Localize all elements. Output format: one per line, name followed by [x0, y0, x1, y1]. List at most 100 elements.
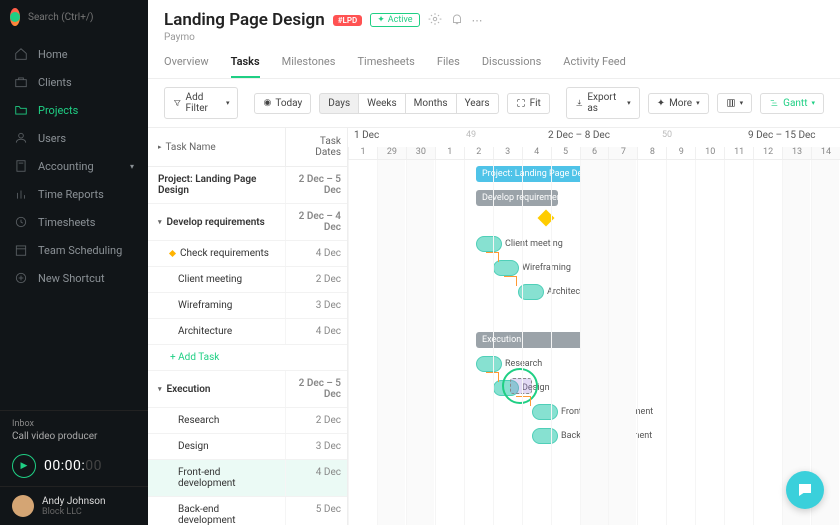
- gantt-bar-task[interactable]: Back-end development: [532, 428, 558, 444]
- add-filter-button[interactable]: Add Filter▾: [164, 87, 238, 119]
- main-content: Landing Page Design #LPD ✦Active ⋯ Paymo…: [148, 0, 840, 525]
- gantt-bar-task[interactable]: Research: [476, 356, 502, 372]
- clock-icon: [14, 215, 28, 229]
- week-number: 50: [662, 130, 672, 140]
- bell-icon[interactable]: [450, 12, 464, 29]
- gear-icon[interactable]: [428, 12, 442, 29]
- zoom-weeks-button[interactable]: Weeks: [358, 93, 405, 114]
- chat-fab[interactable]: [786, 471, 824, 509]
- export-button[interactable]: Export as▾: [566, 87, 640, 119]
- calculator-icon: [14, 159, 28, 173]
- task-row[interactable]: Check requirements4 Dec: [148, 241, 347, 267]
- day-cell: 3: [493, 147, 522, 159]
- task-row[interactable]: Design3 Dec: [148, 434, 347, 460]
- day-cell: 10: [695, 147, 724, 159]
- task-row[interactable]: Client meeting2 Dec: [148, 267, 347, 293]
- tab-activity[interactable]: Activity Feed: [563, 55, 626, 78]
- nav-team-scheduling[interactable]: Team Scheduling: [0, 236, 148, 264]
- week-label: 2 Dec – 8 Dec: [548, 130, 610, 141]
- gantt-milestone[interactable]: [538, 210, 555, 227]
- tabs: Overview Tasks Milestones Timesheets Fil…: [148, 55, 840, 79]
- nav-time-reports[interactable]: Time Reports: [0, 180, 148, 208]
- day-cell: 7: [608, 147, 637, 159]
- task-row[interactable]: Wireframing3 Dec: [148, 293, 347, 319]
- highlight-circle: [502, 368, 538, 404]
- logo: [10, 8, 20, 26]
- nav-timesheets[interactable]: Timesheets: [0, 208, 148, 236]
- timer: ▶ 00:00:00: [0, 450, 148, 486]
- user-profile[interactable]: Andy Johnson Block LLC: [0, 486, 148, 525]
- gantt-bar-task[interactable]: Front-end development: [532, 404, 558, 420]
- nav-new-shortcut[interactable]: New Shortcut: [0, 264, 148, 292]
- inbox-section[interactable]: Inbox Call video producer: [0, 410, 148, 450]
- col-task-dates[interactable]: Task Dates: [285, 128, 347, 166]
- gantt-bar-task[interactable]: Client meeting: [476, 236, 502, 252]
- nav-users[interactable]: Users: [0, 124, 148, 152]
- zoom-years-button[interactable]: Years: [456, 93, 499, 114]
- today-button[interactable]: ◉Today: [254, 93, 311, 114]
- day-cell: 6: [580, 147, 609, 159]
- view-gantt-button[interactable]: Gantt▾: [760, 93, 824, 114]
- calendar-icon: [14, 243, 28, 257]
- day-cell: 14: [811, 147, 840, 159]
- columns-button[interactable]: ▾: [717, 93, 753, 113]
- zoom-months-button[interactable]: Months: [405, 93, 456, 114]
- gantt-bar-group[interactable]: Develop requirements: [476, 190, 558, 206]
- col-task-name[interactable]: ▸Task Name: [148, 128, 285, 166]
- page-header: Landing Page Design #LPD ✦Active ⋯ Paymo: [148, 0, 840, 43]
- folder-icon: [14, 103, 28, 117]
- week-label: 1 Dec: [354, 130, 379, 141]
- briefcase-icon: [14, 75, 28, 89]
- nav-accounting[interactable]: Accounting▾: [0, 152, 148, 180]
- day-cell: 2: [464, 147, 493, 159]
- user-icon: [14, 131, 28, 145]
- task-row[interactable]: Back-end development5 Dec: [148, 497, 347, 525]
- search-input[interactable]: [28, 12, 161, 23]
- task-panel: ▸Task Name Task Dates Project: Landing P…: [148, 128, 348, 525]
- chart-icon: [14, 187, 28, 201]
- plus-circle-icon: [14, 271, 28, 285]
- tab-overview[interactable]: Overview: [164, 55, 209, 78]
- tab-discussions[interactable]: Discussions: [482, 55, 541, 78]
- status-active-badge[interactable]: ✦Active: [370, 13, 419, 27]
- sidebar: Home Clients Projects Users Accounting▾ …: [0, 0, 148, 525]
- day-cell: 4: [522, 147, 551, 159]
- day-cell: 12: [753, 147, 782, 159]
- gantt-chart[interactable]: 1 Dec 49 2 Dec – 8 Dec 50 9 Dec – 15 Dec…: [348, 128, 840, 525]
- add-task-button[interactable]: + Add Task: [148, 345, 347, 371]
- day-cell: 11: [724, 147, 753, 159]
- gantt-bar-task[interactable]: Wireframing: [493, 260, 519, 276]
- tab-tasks[interactable]: Tasks: [231, 55, 260, 78]
- tab-timesheets[interactable]: Timesheets: [357, 55, 414, 78]
- group-row[interactable]: ▾Execution2 Dec – 5 Dec: [148, 371, 347, 408]
- task-row[interactable]: Research2 Dec: [148, 408, 347, 434]
- group-row[interactable]: ▾Develop requirements2 Dec – 4 Dec: [148, 204, 347, 241]
- day-cell: 1: [348, 147, 377, 159]
- nav-clients[interactable]: Clients: [0, 68, 148, 96]
- zoom-group: Days Weeks Months Years: [319, 93, 498, 114]
- more-button[interactable]: ✦More▾: [648, 93, 709, 114]
- zoom-days-button[interactable]: Days: [319, 93, 358, 114]
- play-button[interactable]: ▶: [12, 454, 36, 478]
- collapse-icon[interactable]: ▾: [158, 385, 162, 393]
- tab-files[interactable]: Files: [437, 55, 460, 78]
- project-row[interactable]: Project: Landing Page Design2 Dec – 5 De…: [148, 167, 347, 204]
- nav-list: Home Clients Projects Users Accounting▾ …: [0, 34, 148, 298]
- task-row[interactable]: Architecture4 Dec: [148, 319, 347, 345]
- chevron-down-icon: ▾: [130, 162, 134, 171]
- task-row[interactable]: Front-end development4 Dec: [148, 460, 347, 497]
- page-title: Landing Page Design: [164, 10, 325, 30]
- user-company: Block LLC: [42, 507, 106, 517]
- tab-milestones[interactable]: Milestones: [282, 55, 336, 78]
- client-name: Paymo: [164, 32, 824, 43]
- day-cell: 29: [377, 147, 406, 159]
- day-cell: 1: [435, 147, 464, 159]
- more-icon[interactable]: ⋯: [472, 14, 483, 27]
- fit-button[interactable]: Fit: [507, 93, 550, 114]
- day-cell: 30: [406, 147, 435, 159]
- nav-projects[interactable]: Projects: [0, 96, 148, 124]
- collapse-icon[interactable]: ▾: [158, 218, 162, 226]
- home-icon: [14, 47, 28, 61]
- nav-home[interactable]: Home: [0, 40, 148, 68]
- avatar: [12, 495, 34, 517]
